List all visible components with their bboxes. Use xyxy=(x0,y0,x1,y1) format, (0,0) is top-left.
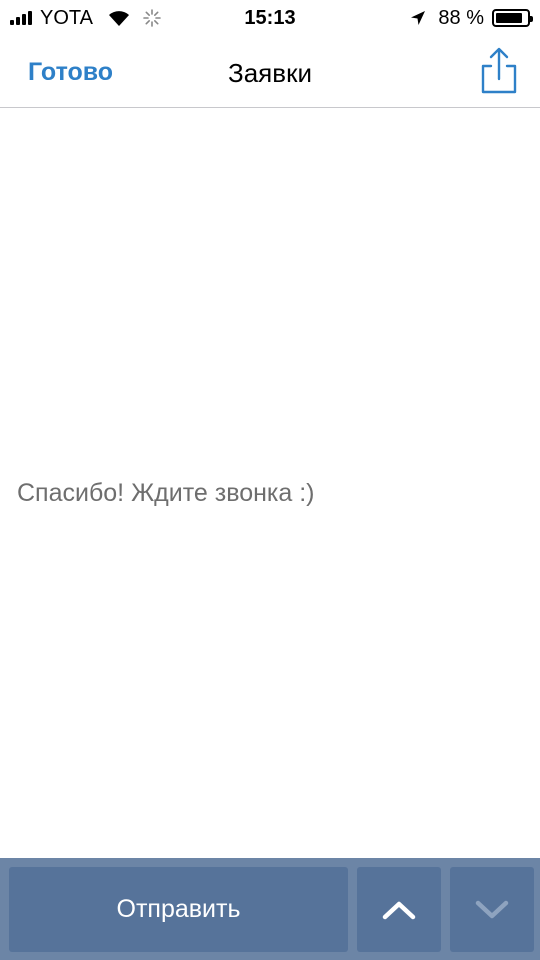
send-button[interactable]: Отправить xyxy=(9,867,348,952)
location-arrow-icon xyxy=(411,11,426,25)
share-icon xyxy=(481,47,517,94)
chevron-up-icon xyxy=(382,901,416,919)
status-bar: YOTA 15:13 88 % xyxy=(0,0,540,36)
status-bar-right: 88 % xyxy=(410,6,533,29)
navigation-bar: Готово Заявки xyxy=(0,36,540,108)
share-button[interactable] xyxy=(476,46,522,96)
battery-percent: 88 % xyxy=(438,6,484,29)
bottom-toolbar: Отправить xyxy=(0,858,540,960)
next-button[interactable] xyxy=(450,867,534,952)
previous-button[interactable] xyxy=(357,867,441,952)
confirmation-message: Спасибо! Ждите звонка :) xyxy=(17,479,315,507)
chevron-down-icon xyxy=(475,900,509,918)
battery-tip xyxy=(530,16,533,22)
battery-icon xyxy=(492,9,533,27)
battery-level-fill xyxy=(496,13,522,23)
done-button[interactable]: Готово xyxy=(28,58,113,87)
content-area: Спасибо! Ждите звонка :) xyxy=(0,109,540,858)
